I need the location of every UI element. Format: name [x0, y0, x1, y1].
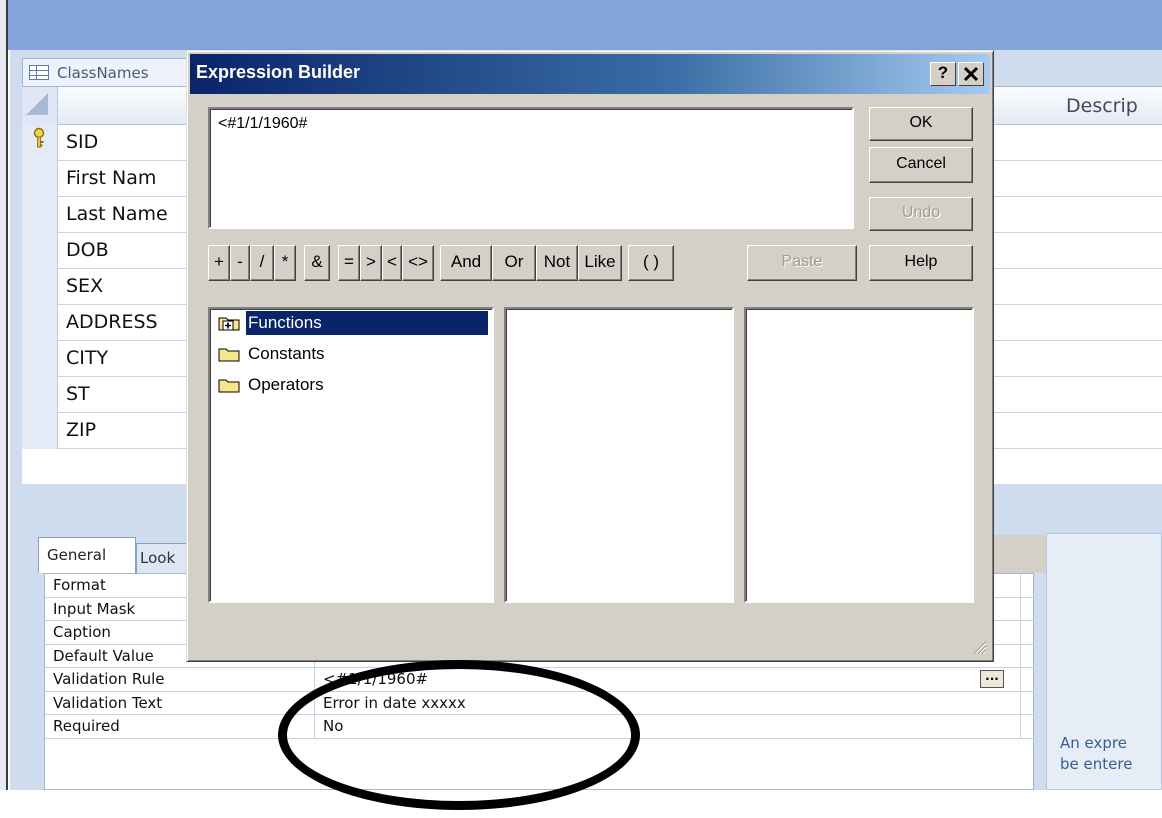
- property-row: Validation Rule <#1/1/1960#...: [45, 668, 1033, 692]
- dialog-title-bar[interactable]: Expression Builder ?: [190, 54, 990, 94]
- row-selector[interactable]: [22, 305, 58, 341]
- table-icon: [29, 65, 49, 80]
- close-button[interactable]: [958, 62, 984, 86]
- resize-grip-icon[interactable]: [973, 641, 987, 655]
- folder-label: Operators: [248, 375, 324, 394]
- operator-button[interactable]: >: [360, 245, 382, 281]
- field-name[interactable]: First Nam: [66, 167, 156, 189]
- property-value-text: Error in date xxxxx: [323, 693, 466, 712]
- field-name[interactable]: SID: [66, 131, 98, 153]
- operator-button[interactable]: ( ): [628, 245, 674, 281]
- operator-button[interactable]: /: [250, 245, 274, 281]
- operator-button[interactable]: And: [440, 245, 492, 281]
- folder-label: Functions: [246, 311, 488, 335]
- help-text-line-2: be entere: [1060, 755, 1133, 773]
- field-name[interactable]: SEX: [66, 275, 103, 297]
- context-help-button[interactable]: ?: [930, 62, 956, 86]
- property-value-text: <#1/1/1960#: [323, 670, 429, 688]
- tab-general-label: General: [47, 546, 107, 564]
- operator-button[interactable]: &: [304, 245, 330, 281]
- field-name[interactable]: CITY: [66, 347, 108, 369]
- expression-builder-button[interactable]: ...: [980, 670, 1004, 688]
- expression-input[interactable]: <#1/1/1960#: [208, 107, 854, 229]
- folder-icon: [218, 379, 240, 393]
- window-header-band: [8, 0, 1162, 50]
- property-label: Validation Text: [45, 691, 315, 714]
- operator-button[interactable]: <>: [402, 245, 434, 281]
- document-tab-label: ClassNames: [57, 64, 149, 82]
- field-name[interactable]: DOB: [66, 239, 109, 261]
- undo-button[interactable]: Undo: [869, 197, 973, 231]
- expression-folders-list[interactable]: Functions Constants Operators: [208, 307, 494, 603]
- property-help-text: An expre be entere: [1060, 733, 1162, 775]
- paste-button[interactable]: Paste: [747, 245, 857, 281]
- window-left-edge: [0, 0, 8, 790]
- property-value-text: No: [323, 717, 344, 735]
- operator-button[interactable]: Or: [492, 245, 536, 281]
- help-text-line-1: An expre: [1060, 734, 1127, 752]
- row-selector[interactable]: [22, 197, 58, 233]
- row-selector[interactable]: [22, 161, 58, 197]
- field-name[interactable]: ADDRESS: [66, 311, 158, 333]
- expression-values-list[interactable]: [744, 307, 974, 603]
- field-name[interactable]: ZIP: [66, 419, 96, 441]
- folder-icon: [218, 348, 240, 362]
- operator-button[interactable]: -: [230, 245, 250, 281]
- operator-button[interactable]: Not: [536, 245, 578, 281]
- primary-key-icon: [33, 127, 45, 148]
- row-selector[interactable]: [22, 125, 58, 161]
- tab-lookup-label: Look: [140, 549, 176, 567]
- document-tab-classnames[interactable]: ClassNames: [22, 58, 192, 86]
- row-selector[interactable]: [22, 269, 58, 305]
- property-value[interactable]: <#1/1/1960#...: [317, 668, 1021, 691]
- field-name[interactable]: Last Name: [66, 203, 168, 225]
- operator-button[interactable]: +: [208, 245, 230, 281]
- dialog-title: Expression Builder: [196, 62, 361, 82]
- property-label: Validation Rule: [45, 668, 315, 691]
- property-label: Required: [45, 715, 315, 738]
- field-name[interactable]: ST: [66, 383, 90, 405]
- folder-icon: [218, 317, 240, 331]
- ok-button[interactable]: OK: [869, 107, 973, 141]
- property-row: Required No: [45, 715, 1033, 739]
- operator-button[interactable]: *: [274, 245, 296, 281]
- expression-builder-dialog: Expression Builder ? <#1/1/1960# OK Canc…: [186, 50, 994, 662]
- property-row: Validation Text Error in date xxxxx: [45, 691, 1033, 715]
- expression-elements-list[interactable]: [504, 307, 734, 603]
- close-icon: [963, 66, 979, 82]
- cancel-button[interactable]: Cancel: [869, 147, 973, 183]
- row-selector[interactable]: [22, 377, 58, 413]
- operator-button[interactable]: <: [382, 245, 402, 281]
- select-all-corner[interactable]: [22, 87, 58, 125]
- expression-text: <#1/1/1960#: [218, 115, 308, 132]
- property-value[interactable]: Error in date xxxxx: [317, 691, 1021, 714]
- property-value[interactable]: No: [317, 715, 1021, 738]
- description-column-header: Descrip: [1066, 95, 1138, 117]
- row-selector[interactable]: [22, 341, 58, 377]
- operator-button[interactable]: =: [338, 245, 360, 281]
- tab-general[interactable]: General: [38, 537, 136, 573]
- row-selector[interactable]: [22, 233, 58, 269]
- help-button[interactable]: Help: [869, 245, 973, 281]
- operator-button[interactable]: Like: [578, 245, 622, 281]
- folder-label: Constants: [248, 344, 325, 363]
- row-selector[interactable]: [22, 413, 58, 449]
